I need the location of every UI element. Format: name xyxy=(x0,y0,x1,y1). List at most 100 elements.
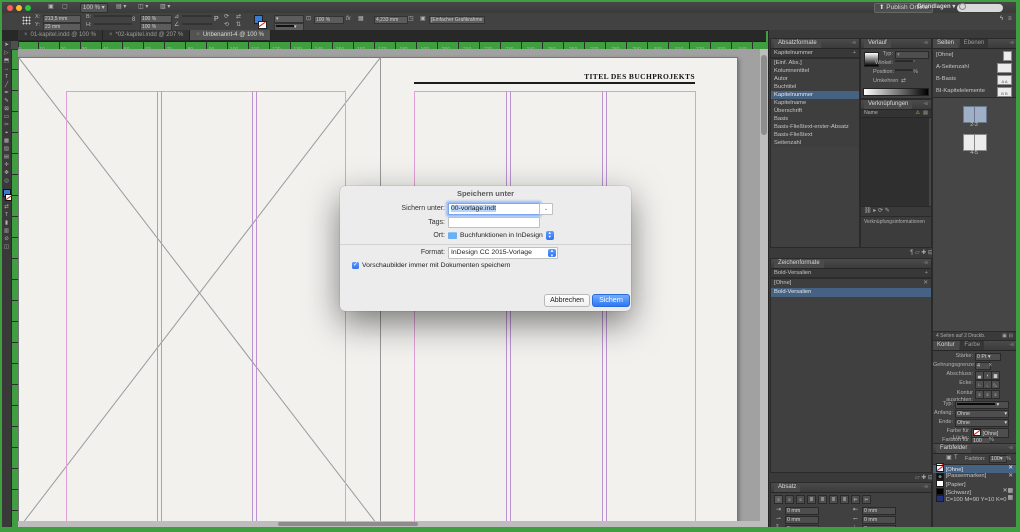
note-tool[interactable]: ▤ xyxy=(2,153,11,161)
horizontal-scrollbar-thumb[interactable] xyxy=(278,522,418,526)
links-column-header[interactable]: Name ▤ ⚠ xyxy=(861,110,931,118)
zoom-tool[interactable]: ◎ xyxy=(2,177,11,185)
direct-selection-tool[interactable]: ▷ xyxy=(2,49,11,57)
cancel-button[interactable]: Abbrechen xyxy=(544,294,590,307)
apply-none-button[interactable]: ⊘ xyxy=(2,235,11,243)
frame-tool[interactable]: ⊠ xyxy=(2,105,11,113)
justify-last-left-button[interactable]: ≣ xyxy=(807,495,816,504)
right-indent-field[interactable]: 0 mm xyxy=(862,507,896,515)
edit-original-icon[interactable]: ✎ xyxy=(885,208,890,214)
close-tab-icon[interactable]: × xyxy=(109,32,113,38)
pages-spread-area[interactable]: 2-3 4-5 xyxy=(933,98,1016,331)
drop-shadow-icon[interactable]: ▦ xyxy=(358,16,364,23)
screen-mode-dropdown[interactable]: ◫ ▾ xyxy=(138,3,148,12)
tint-field[interactable]: 100▾ xyxy=(989,455,1007,463)
character-style-item-selected[interactable]: Bold-Versalien xyxy=(771,288,931,297)
paragraph-style-item[interactable]: Basis-Fließtext-erster-Absatz xyxy=(771,123,859,131)
rotation-angle-field[interactable] xyxy=(182,15,212,17)
swatch-item[interactable]: [Papier] xyxy=(933,480,1016,488)
selection-tool[interactable]: ➤ xyxy=(2,41,11,49)
flip-vertical-icon[interactable]: ⇅ xyxy=(236,22,241,29)
align-towards-spine-button[interactable]: ⊫ xyxy=(851,495,860,504)
reference-point-proxy[interactable] xyxy=(22,16,31,25)
justify-last-center-button[interactable]: ≣ xyxy=(818,495,827,504)
clear-overrides-icon[interactable]: ¶ xyxy=(910,250,913,256)
spread-label[interactable]: 4-5 xyxy=(963,150,985,156)
doc-tab-2[interactable]: × *02-kapitel.indd @ 207 % xyxy=(102,30,191,40)
hand-tool[interactable]: ✥ xyxy=(2,169,11,177)
doc-tab-1[interactable]: × 01-kapitel.indd @ 100 % xyxy=(18,30,103,40)
arrange-documents-dropdown[interactable]: ▥ ▾ xyxy=(160,3,170,12)
effects-icon[interactable]: fx xyxy=(346,16,351,23)
justify-all-button[interactable]: ≣ xyxy=(840,495,849,504)
shear-angle-field[interactable] xyxy=(182,23,212,25)
quick-apply-icon[interactable]: ϟ xyxy=(1000,16,1003,23)
swap-fill-stroke-icon[interactable]: ⇄ xyxy=(2,203,11,211)
end-dropdown[interactable]: Ohne ▾ xyxy=(955,419,1009,427)
constrain-proportions-link-icon[interactable]: 8 xyxy=(132,17,135,24)
type-tool[interactable]: T xyxy=(2,73,11,81)
page-tool[interactable]: ⬒ xyxy=(2,57,11,65)
links-list-empty[interactable] xyxy=(861,118,931,206)
width-field[interactable] xyxy=(94,15,132,17)
stroke-type-dropdown[interactable]: ▾ xyxy=(955,401,1009,409)
master-item[interactable]: [Ohne] xyxy=(933,49,1016,61)
x-position-field[interactable]: 213,5 mm xyxy=(43,15,81,23)
tab-color[interactable]: Farbe xyxy=(960,341,985,350)
gradient-tool[interactable]: ▩ xyxy=(2,137,11,145)
tab-character-styles[interactable]: Zeichenformate xyxy=(774,259,824,268)
swatch-item[interactable]: C=100 M=90 Y=10 K=0 ▦ xyxy=(933,495,1016,503)
opacity-field[interactable]: 100 % xyxy=(314,16,344,24)
paragraph-style-item[interactable]: Kapitelname xyxy=(771,99,859,107)
location-dropdown[interactable]: Buchfunktionen in InDesign ▲ ▼ xyxy=(448,230,554,240)
formatting-affects-text-icon[interactable]: T xyxy=(954,455,958,462)
new-group-icon[interactable]: ▱ xyxy=(915,250,920,256)
apply-color-button[interactable]: ▮ xyxy=(2,219,11,227)
master-item[interactable]: B-Basis A A xyxy=(933,73,1016,85)
paragraph-style-item-selected[interactable]: Kapitelnummer xyxy=(771,91,859,99)
gradient-angle-field[interactable] xyxy=(895,60,915,62)
character-style-item[interactable]: [Ohne] ✕ xyxy=(771,279,931,288)
stroke-color-swatch[interactable] xyxy=(258,21,267,29)
free-transform-tool[interactable]: ⌖ xyxy=(2,129,11,137)
zoom-level-dropdown[interactable]: 100 % ▾ xyxy=(80,3,108,13)
align-right-button[interactable]: ≡ xyxy=(796,495,805,504)
plus-icon[interactable]: + xyxy=(925,269,928,277)
panel-menu-icon[interactable]: -≡ xyxy=(1009,39,1014,48)
align-away-spine-button[interactable]: ⊨ xyxy=(862,495,871,504)
reverse-gradient-icon[interactable]: ⇄ xyxy=(901,78,906,85)
panel-menu-icon[interactable]: -≡ xyxy=(923,100,928,109)
checkbox-checked-icon[interactable]: ✓ xyxy=(352,262,359,269)
gap-tool[interactable]: ↔ xyxy=(2,65,11,73)
panel-menu-icon[interactable]: -≡ xyxy=(923,483,928,492)
tab-layers[interactable]: Ebenen xyxy=(959,39,989,48)
panel-menu-icon[interactable]: -≡ xyxy=(851,39,856,48)
swatch-item[interactable]: [Schwarz] ✕▦ xyxy=(933,487,1016,495)
flip-horizontal-icon[interactable]: ⇄ xyxy=(236,14,241,21)
stroke-weight-dropdown[interactable]: 0 Pt ▾ xyxy=(975,353,1001,361)
tab-paragraph-styles[interactable]: Absatzformate xyxy=(774,39,821,48)
justify-last-right-button[interactable]: ≣ xyxy=(829,495,838,504)
fullscreen-window-button[interactable] xyxy=(25,4,31,11)
align-center-button[interactable]: ≡ xyxy=(785,495,794,504)
formatting-affects-text-icon[interactable]: T xyxy=(2,211,11,219)
view-mode-button[interactable]: ◫ xyxy=(2,243,11,251)
panel-menu-icon[interactable]: -≡ xyxy=(923,259,928,268)
first-line-indent-field[interactable]: 0 mm xyxy=(785,516,819,524)
align-outside-stroke-button[interactable]: ≡ xyxy=(991,390,1000,399)
paragraph-style-item[interactable]: Überschrift xyxy=(771,107,859,115)
save-button[interactable]: Sichern xyxy=(592,294,630,307)
eyedropper-tool[interactable]: ✛ xyxy=(2,161,11,169)
tab-gradient[interactable]: Verlauf xyxy=(864,39,891,48)
tags-input[interactable] xyxy=(448,217,540,228)
tab-pages[interactable]: Seiten xyxy=(933,39,959,48)
start-dropdown[interactable]: Ohne ▾ xyxy=(955,410,1009,418)
paragraph-style-item[interactable]: Autor xyxy=(771,75,859,83)
scale-x-field[interactable]: 100 % xyxy=(140,15,172,23)
last-line-indent-field[interactable]: 0 mm xyxy=(862,516,896,524)
scissors-tool[interactable]: ✂ xyxy=(2,121,11,129)
swatch-item[interactable]: ⊕ [Passermarken] ✕ xyxy=(933,472,1016,481)
doc-tab-3-active[interactable]: × Unbenannt-4 @ 100 % xyxy=(190,30,271,40)
filename-history-dropdown[interactable]: ⌄ xyxy=(539,203,553,215)
rotate-90-cw-icon[interactable]: ⟳ xyxy=(224,14,229,21)
